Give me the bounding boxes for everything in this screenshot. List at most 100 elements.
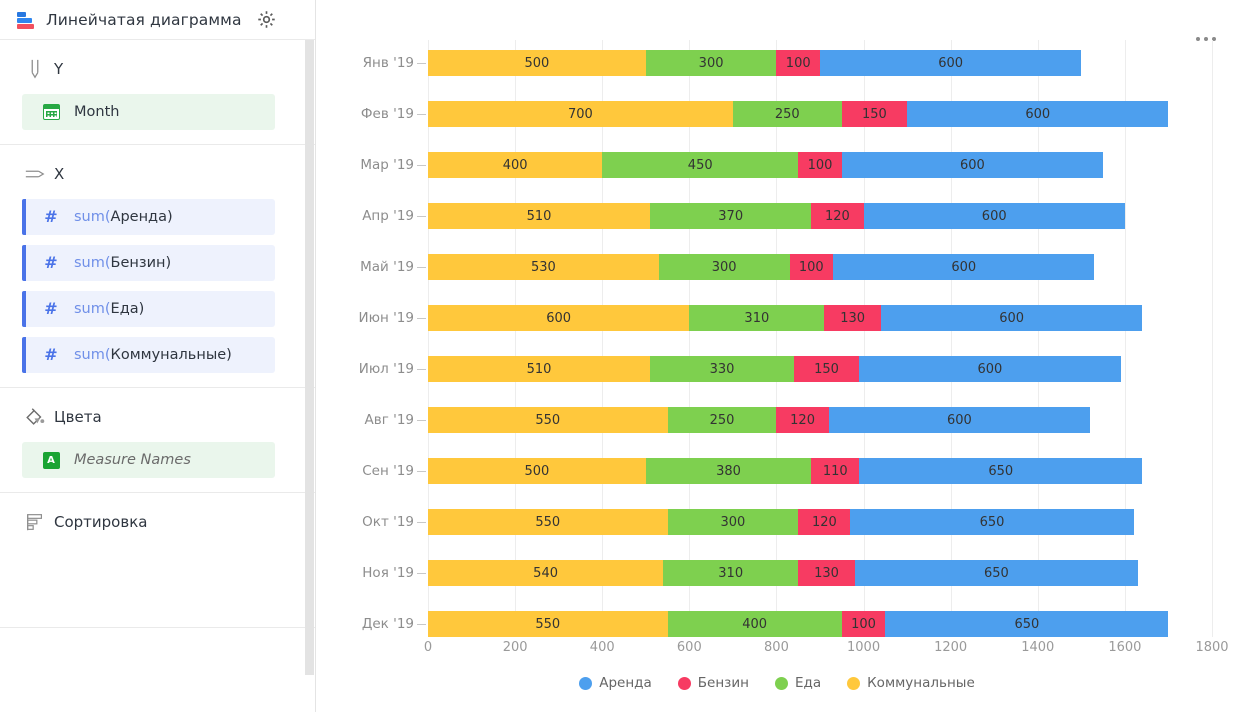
chart-bar-segment[interactable]: 650 [850, 509, 1133, 535]
chart-bar-row: Июл '19510330150600 [316, 356, 1238, 382]
chart-bar-segment[interactable]: 450 [602, 152, 798, 178]
chart-bar-segment[interactable]: 540 [428, 560, 663, 586]
chart-plot-area: 020040060080010001200140016001800Янв '19… [316, 0, 1238, 712]
app-root: Линейчатая диаграмма Y Month [0, 0, 1238, 712]
colors-shelf-header: Цвета [0, 402, 315, 432]
chart-bar-segment[interactable]: 400 [428, 152, 602, 178]
chart-bar-segment[interactable]: 300 [659, 254, 790, 280]
chart-bar-segment[interactable]: 510 [428, 203, 650, 229]
chart-bar-segment[interactable]: 600 [859, 356, 1120, 382]
chart-bar-row: Май '19 530300100600 [316, 254, 1238, 280]
chart-bar-segment[interactable]: 250 [668, 407, 777, 433]
y-axis-category-label: Авг '19 [365, 407, 414, 433]
y-axis-tick-mark [417, 165, 426, 166]
chart-bar-segment[interactable]: 100 [842, 611, 886, 637]
chart-bar-segment[interactable]: 600 [881, 305, 1142, 331]
field-pill-kommunalnye[interactable]: # sum(Коммунальные) [22, 337, 275, 373]
chart-bar-segment[interactable]: 510 [428, 356, 650, 382]
field-pill-benzin[interactable]: # sum(Бензин) [22, 245, 275, 281]
chart-bar-segment[interactable]: 310 [663, 560, 798, 586]
chart-bar-segment[interactable]: 150 [842, 101, 907, 127]
chart-bar-segment[interactable]: 650 [885, 611, 1168, 637]
chart-bar-row: Фев '19700250150600 [316, 101, 1238, 127]
chart-bar-segment[interactable]: 380 [646, 458, 812, 484]
y-axis-tick-mark [417, 114, 426, 115]
y-axis-tick-mark [417, 420, 426, 421]
y-axis-tick-mark [417, 63, 426, 64]
chart-bar-segment[interactable]: 600 [833, 254, 1094, 280]
sidebar-scrollbar[interactable] [305, 40, 314, 675]
gear-icon[interactable] [254, 7, 280, 33]
legend-item[interactable]: Аренда [579, 675, 652, 691]
hash-icon: # [38, 301, 64, 317]
chart-bar-segment[interactable]: 130 [798, 560, 855, 586]
chart-bar-segment[interactable]: 600 [864, 203, 1125, 229]
x-axis-tick-label: 1800 [1195, 640, 1228, 655]
y-axis-tick-mark [417, 369, 426, 370]
x-gridline [776, 40, 777, 637]
field-pill-measure-names[interactable]: A Measure Names [22, 442, 275, 478]
legend-item[interactable]: Коммунальные [847, 675, 975, 691]
chart-bar-segment[interactable]: 600 [829, 407, 1090, 433]
sort-icon [22, 511, 48, 533]
x-gridline [428, 40, 429, 637]
x-axis-tick-label: 400 [590, 640, 615, 655]
chart-bar-segment[interactable]: 300 [646, 50, 777, 76]
chart-bar-segment[interactable]: 600 [820, 50, 1081, 76]
x-gridline [1038, 40, 1039, 637]
legend-label: Бензин [698, 675, 749, 691]
chart-bar-segment[interactable]: 300 [668, 509, 799, 535]
y-axis-category-label: Сен '19 [362, 458, 414, 484]
legend-color-swatch [678, 677, 691, 690]
chart-bar-segment[interactable]: 120 [811, 203, 863, 229]
sort-shelf-header: Сортировка [0, 507, 315, 537]
chart-bar-segment[interactable]: 330 [650, 356, 794, 382]
chart-bar-segment[interactable]: 600 [907, 101, 1168, 127]
chart-bar-segment[interactable]: 120 [776, 407, 828, 433]
chart-bar-segment[interactable]: 130 [824, 305, 881, 331]
chart-bar-segment[interactable]: 100 [776, 50, 820, 76]
chart-bar-segment[interactable]: 550 [428, 407, 668, 433]
chart-bar-segment[interactable]: 150 [794, 356, 859, 382]
colors-shelf-label: Цвета [54, 408, 102, 426]
chart-bar-segment[interactable]: 650 [855, 560, 1138, 586]
y-axis-category-label: Май '19 [360, 254, 414, 280]
field-pill-label: Measure Names [74, 452, 191, 468]
y-shelf-label: Y [54, 60, 63, 78]
field-pill-month[interactable]: Month [22, 94, 275, 130]
chart-bar-segment[interactable]: 530 [428, 254, 659, 280]
chart-bar-segment[interactable]: 120 [798, 509, 850, 535]
chart-bar-segment[interactable]: 400 [668, 611, 842, 637]
x-axis-tick-label: 200 [503, 640, 528, 655]
y-axis-tick-mark [417, 318, 426, 319]
chart-bar-segment[interactable]: 250 [733, 101, 842, 127]
y-axis-tick-mark [417, 216, 426, 217]
chart-bar-segment[interactable]: 500 [428, 458, 646, 484]
field-pill-arenda[interactable]: # sum(Аренда) [22, 199, 275, 235]
chart-bar-segment[interactable]: 550 [428, 509, 668, 535]
chart-bar-segment[interactable]: 700 [428, 101, 733, 127]
hash-icon: # [38, 209, 64, 225]
x-gridline [602, 40, 603, 637]
y-axis-category-label: Янв '19 [363, 50, 414, 76]
chart-bar-segment[interactable]: 100 [798, 152, 842, 178]
chart-bar-segment[interactable]: 600 [428, 305, 689, 331]
chart-bar-segment[interactable]: 650 [859, 458, 1142, 484]
y-axis-category-label: Апр '19 [362, 203, 414, 229]
chart-bar-segment[interactable]: 310 [689, 305, 824, 331]
bar-chart-logo-icon [14, 9, 36, 31]
page-title: Линейчатая диаграмма [46, 11, 242, 29]
chart-bar-segment[interactable]: 500 [428, 50, 646, 76]
chart-bar-segment[interactable]: 550 [428, 611, 668, 637]
field-pill-eda[interactable]: # sum(Еда) [22, 291, 275, 327]
x-axis-tick-label: 600 [677, 640, 702, 655]
x-gridline [1125, 40, 1126, 637]
chart-bar-segment[interactable]: 110 [811, 458, 859, 484]
chart-bar-segment[interactable]: 600 [842, 152, 1103, 178]
x-gridline [951, 40, 952, 637]
legend-item[interactable]: Бензин [678, 675, 749, 691]
chart-bar-segment[interactable]: 370 [650, 203, 811, 229]
legend-item[interactable]: Еда [775, 675, 821, 691]
chart-bar-segment[interactable]: 100 [790, 254, 834, 280]
x-shelf-label: X [54, 165, 64, 183]
